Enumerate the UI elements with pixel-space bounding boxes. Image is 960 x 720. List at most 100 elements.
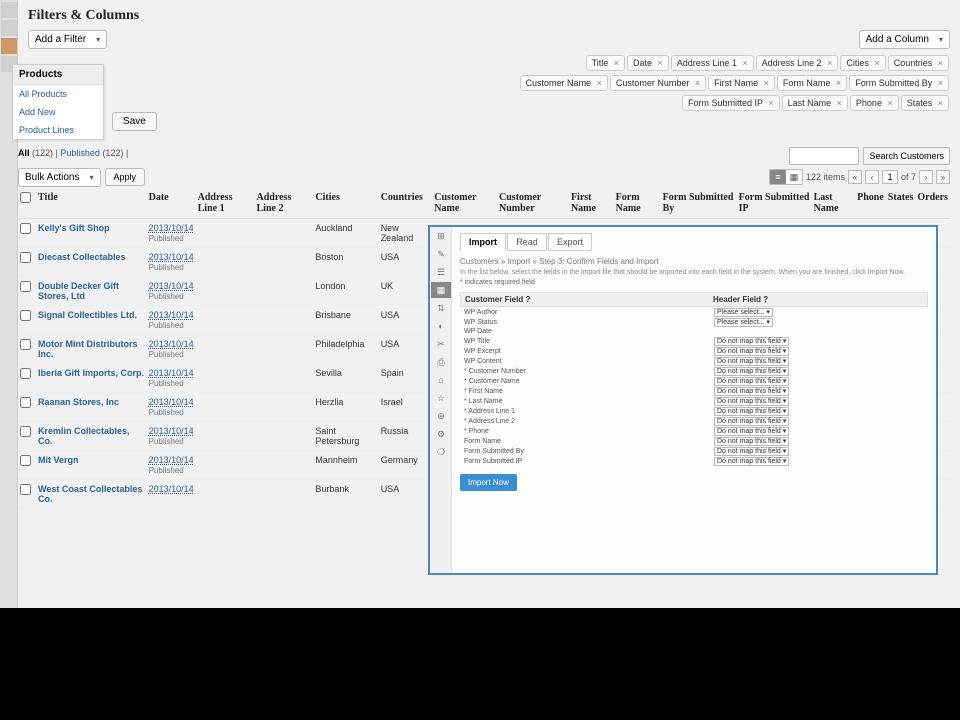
row-checkbox[interactable] [20, 281, 31, 292]
tool-icon[interactable]: ⊕ [431, 408, 451, 424]
column-header[interactable]: Last Name [812, 188, 856, 219]
chip-remove-icon[interactable]: × [938, 98, 943, 108]
row-date-link[interactable]: 2013/10/14 [149, 455, 194, 465]
row-date-link[interactable]: 2013/10/14 [149, 339, 194, 349]
view-grid-icon[interactable]: ▦ [786, 170, 802, 184]
column-header[interactable]: Orders [915, 188, 950, 219]
view-list-icon[interactable]: ≡ [770, 170, 786, 184]
mapping-select[interactable]: Do not map this field ▾ [714, 457, 789, 466]
row-checkbox[interactable] [20, 223, 31, 234]
chip-remove-icon[interactable]: × [874, 58, 879, 68]
row-date-link[interactable]: 2013/10/14 [149, 484, 194, 494]
chip-remove-icon[interactable]: × [938, 58, 943, 68]
add-filter-dropdown[interactable]: Add a Filter ▾ [28, 30, 107, 49]
row-checkbox[interactable] [20, 252, 31, 263]
chip-remove-icon[interactable]: × [658, 58, 663, 68]
row-checkbox[interactable] [20, 310, 31, 321]
column-header[interactable]: States [886, 188, 916, 219]
status-published[interactable]: Published [60, 148, 100, 158]
chip-remove-icon[interactable]: × [614, 58, 619, 68]
column-header[interactable]: Countries [379, 188, 433, 219]
row-checkbox[interactable] [20, 368, 31, 379]
mapping-select[interactable]: Do not map this field ▾ [714, 407, 789, 416]
strip-icon[interactable] [1, 2, 17, 18]
row-date-link[interactable]: 2013/10/14 [149, 426, 194, 436]
pager-next[interactable]: › [919, 170, 933, 184]
import-now-button[interactable]: Import Now [460, 474, 517, 491]
pager-page-input[interactable] [882, 170, 898, 184]
status-all[interactable]: All [18, 148, 30, 158]
tool-icon[interactable]: ☆ [431, 390, 451, 406]
column-header[interactable]: Cities [313, 188, 378, 219]
tool-icon[interactable]: ⊞ [431, 228, 451, 244]
tool-icon[interactable]: ❍ [431, 444, 451, 460]
pager-first[interactable]: « [848, 170, 862, 184]
tool-icon[interactable]: ✂ [431, 336, 451, 352]
row-date-link[interactable]: 2013/10/14 [149, 252, 194, 262]
row-date-link[interactable]: 2013/10/14 [149, 368, 194, 378]
row-checkbox[interactable] [20, 397, 31, 408]
row-checkbox[interactable] [20, 455, 31, 466]
chip-remove-icon[interactable]: × [597, 78, 602, 88]
add-column-dropdown[interactable]: Add a Column ▾ [859, 30, 950, 49]
tab-read[interactable]: Read [507, 233, 547, 251]
tool-icon[interactable]: ☰ [431, 264, 451, 280]
column-header[interactable]: Form Name [614, 188, 661, 219]
row-title-link[interactable]: Iberia Gift Imports, Corp. [38, 368, 144, 378]
tool-icon[interactable]: ◐ [431, 318, 451, 334]
chip-remove-icon[interactable]: × [827, 58, 832, 68]
column-header[interactable]: Customer Name [432, 188, 497, 219]
mapping-select[interactable]: Do not map this field ▾ [714, 417, 789, 426]
mapping-select[interactable]: Please select... ▾ [714, 318, 773, 327]
chip-remove-icon[interactable]: × [837, 98, 842, 108]
mapping-select[interactable]: Do not map this field ▾ [714, 367, 789, 376]
column-header[interactable]: Phone [855, 188, 886, 219]
mapping-select[interactable]: Do not map this field ▾ [714, 447, 789, 456]
products-item-lines[interactable]: Product Lines [13, 121, 103, 139]
tool-icon[interactable]: ⚙ [431, 426, 451, 442]
chip-remove-icon[interactable]: × [742, 58, 747, 68]
row-title-link[interactable]: Double Decker Gift Stores, Ltd [38, 281, 119, 301]
chip-remove-icon[interactable]: × [764, 78, 769, 88]
row-title-link[interactable]: Kelly's Gift Shop [38, 223, 110, 233]
tab-export[interactable]: Export [548, 233, 592, 251]
mapping-select[interactable]: Do not map this field ▾ [714, 427, 789, 436]
bulk-actions-dropdown[interactable]: Bulk Actions ▾ [18, 168, 101, 187]
products-item-all[interactable]: All Products [13, 85, 103, 103]
tool-icon[interactable]: ⎙ [431, 354, 451, 370]
tab-import[interactable]: Import [460, 233, 506, 251]
mapping-select[interactable]: Do not map this field ▾ [714, 437, 789, 446]
pager-prev[interactable]: ‹ [865, 170, 879, 184]
chip-remove-icon[interactable]: × [768, 98, 773, 108]
column-header[interactable]: Customer Number [497, 188, 569, 219]
row-title-link[interactable]: Kremlin Collectables, Co. [38, 426, 130, 446]
row-title-link[interactable]: Mit Vergn [38, 455, 79, 465]
mapping-select[interactable]: Do not map this field ▾ [714, 357, 789, 366]
column-header[interactable]: Date [147, 188, 196, 219]
column-header[interactable]: Title [36, 188, 147, 219]
chip-remove-icon[interactable]: × [695, 78, 700, 88]
search-button[interactable]: Search Customers [863, 147, 950, 165]
chip-remove-icon[interactable]: × [938, 78, 943, 88]
row-date-link[interactable]: 2013/10/14 [149, 223, 194, 233]
row-date-link[interactable]: 2013/10/14 [149, 281, 194, 291]
row-title-link[interactable]: Diecast Collectables [38, 252, 126, 262]
mapping-select[interactable]: Do not map this field ▾ [714, 377, 789, 386]
row-checkbox[interactable] [20, 426, 31, 437]
search-input[interactable] [789, 147, 859, 165]
column-header[interactable]: First Name [569, 188, 614, 219]
row-title-link[interactable]: Motor Mint Distributors Inc. [38, 339, 138, 359]
apply-button[interactable]: Apply [105, 168, 146, 186]
column-header[interactable]: Address Line 1 [196, 188, 255, 219]
tool-icon[interactable]: ▦ [431, 282, 451, 298]
strip-icon[interactable] [1, 20, 17, 36]
chip-remove-icon[interactable]: × [887, 98, 892, 108]
column-header[interactable]: Address Line 2 [255, 188, 314, 219]
row-checkbox[interactable] [20, 339, 31, 350]
mapping-select[interactable]: Do not map this field ▾ [714, 347, 789, 356]
select-all-checkbox[interactable] [20, 192, 31, 203]
products-item-add[interactable]: Add New [13, 103, 103, 121]
column-header[interactable]: Form Submitted IP [737, 188, 812, 219]
strip-icon[interactable] [1, 38, 17, 54]
tool-icon[interactable]: ✎ [431, 246, 451, 262]
